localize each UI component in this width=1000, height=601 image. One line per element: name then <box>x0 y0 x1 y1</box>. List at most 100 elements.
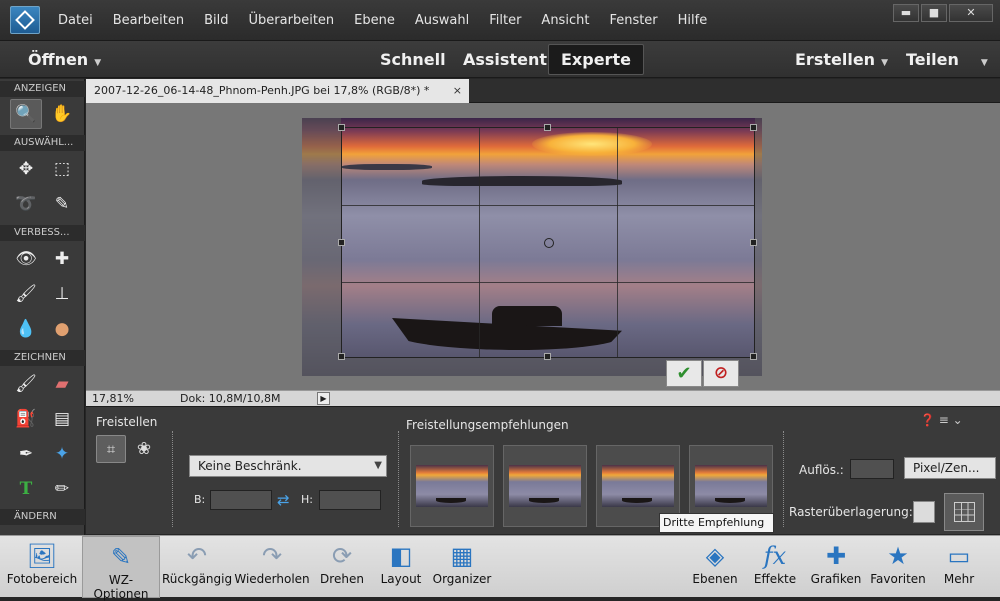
menu-enhance[interactable]: Überarbeiten <box>239 13 345 28</box>
grid-overlay-none-button[interactable] <box>913 501 935 523</box>
crop-handle-top-right[interactable] <box>750 124 757 131</box>
resolution-unit-select[interactable]: Pixel/Zen... <box>904 457 996 479</box>
pencil-tool-icon[interactable]: ✏ <box>46 474 78 504</box>
document-tab[interactable]: 2007-12-26_06-14-48_Phnom-Penh.JPG bei 1… <box>86 79 469 103</box>
crop-handle-bottom-left[interactable] <box>338 353 345 360</box>
zoom-tool-icon[interactable]: 🔍 <box>10 99 42 129</box>
menu-view[interactable]: Ansicht <box>531 13 599 28</box>
menu-edit[interactable]: Bearbeiten <box>103 13 194 28</box>
brush-tool-icon[interactable]: 🖌 <box>10 369 42 399</box>
app-logo-icon[interactable] <box>10 6 40 34</box>
paint-bucket-tool-icon[interactable]: ⛽ <box>10 404 42 434</box>
hand-tool-icon[interactable]: ✋ <box>46 99 78 129</box>
menu-window[interactable]: Fenster <box>599 13 667 28</box>
tool-options-button[interactable]: ✎ WZ-Optionen <box>82 536 160 601</box>
mode-bar: Öffnen ▼ Schnell Assistent Experte Erstel… <box>0 40 1000 78</box>
undo-button[interactable]: ↶ Rückgängig <box>162 536 232 598</box>
crop-shield-left <box>302 118 341 376</box>
marquee-tool-icon[interactable]: ⬚ <box>46 154 78 184</box>
graphics-button[interactable]: ✚ Grafiken <box>808 536 864 598</box>
crop-suggestion-2[interactable] <box>503 445 587 527</box>
layout-button[interactable]: ◧ Layout <box>376 536 426 598</box>
undo-label: Rückgängig <box>162 572 233 586</box>
clone-stamp-tool-icon[interactable]: ⊥ <box>46 279 78 309</box>
close-tab-icon[interactable]: × <box>453 79 462 103</box>
red-eye-tool-icon[interactable]: 👁 <box>10 244 42 274</box>
menu-filter[interactable]: Filter <box>479 13 531 28</box>
document-tab-title: 2007-12-26_06-14-48_Phnom-Penh.JPG bei 1… <box>94 84 430 97</box>
effects-button[interactable]: fx Effekte <box>750 536 800 598</box>
rotate-button[interactable]: ⟳ Drehen <box>314 536 370 598</box>
eyedropper-tool-icon[interactable]: ✒ <box>10 439 42 469</box>
tooltip: Dritte Empfehlung <box>659 513 774 533</box>
maximize-button[interactable]: ■ <box>921 4 947 22</box>
width-input[interactable] <box>210 490 272 510</box>
chevron-down-icon: ▼ <box>374 460 382 471</box>
menu-layer[interactable]: Ebene <box>344 13 405 28</box>
organizer-button[interactable]: ▦ Organizer <box>432 536 492 598</box>
lasso-tool-icon[interactable]: ➰ <box>10 189 42 219</box>
grid-icon <box>954 502 975 522</box>
create-button[interactable]: Erstellen ▼ <box>795 41 888 79</box>
width-label: B: <box>194 493 206 506</box>
crop-handle-bottom-right[interactable] <box>750 353 757 360</box>
more-button[interactable]: ▭ Mehr <box>936 536 982 598</box>
type-tool-icon[interactable]: T <box>10 474 42 504</box>
cancel-crop-button[interactable]: ⊘ <box>703 360 739 387</box>
mode-expert-button[interactable]: Experte <box>548 44 644 75</box>
redo-button[interactable]: ↷ Wiederholen <box>234 536 310 598</box>
crop-handle-bottom[interactable] <box>544 353 551 360</box>
menu-select[interactable]: Auswahl <box>405 13 479 28</box>
status-bar: 17,81% Dok: 10,8M/10,8M ▶ <box>86 390 1000 406</box>
mode-quick-button[interactable]: Schnell <box>380 41 446 79</box>
crop-preset-select[interactable]: Keine Beschränk. ▼ <box>189 455 387 477</box>
eraser-tool-icon[interactable]: ▰ <box>46 369 78 399</box>
help-and-panel-menu-icon[interactable]: ❓ ≡ ⌄ <box>920 413 963 427</box>
move-tool-icon[interactable]: ✥ <box>10 154 42 184</box>
share-button[interactable]: Teilen ▼ <box>906 41 988 79</box>
crop-handle-top[interactable] <box>544 124 551 131</box>
crop-grid-line <box>342 282 754 283</box>
healing-brush-tool-icon[interactable]: ✚ <box>46 244 78 274</box>
layers-button[interactable]: ◈ Ebenen <box>690 536 740 598</box>
cookie-cutter-tool-icon[interactable]: ❀ <box>130 435 158 463</box>
height-input[interactable] <box>319 490 381 510</box>
layout-label: Layout <box>380 572 422 586</box>
zoom-level[interactable]: 17,81% <box>92 391 134 407</box>
gradient-tool-icon[interactable]: ▤ <box>46 404 78 434</box>
crop-handle-left[interactable] <box>338 239 345 246</box>
grid-overlay-thirds-button[interactable] <box>944 493 984 531</box>
blur-tool-icon[interactable]: 💧 <box>10 314 42 344</box>
mode-guided-button[interactable]: Assistent <box>463 41 547 79</box>
close-window-button[interactable]: ✕ <box>949 4 993 22</box>
menu-help[interactable]: Hilfe <box>668 13 718 28</box>
crop-tool-option-icon[interactable]: ⌗ <box>96 435 126 463</box>
photo-bin-button[interactable]: 🖼 Fotobereich <box>4 536 80 598</box>
custom-shape-tool-icon[interactable]: ✦ <box>46 439 78 469</box>
quick-selection-tool-icon[interactable]: ✎ <box>46 189 78 219</box>
crop-suggestions-label: Freistellungsempfehlungen <box>406 418 569 432</box>
menu-file[interactable]: Datei <box>48 13 103 28</box>
rotate-label: Drehen <box>320 572 364 586</box>
smart-brush-tool-icon[interactable]: 🖌 <box>10 279 42 309</box>
crop-box[interactable] <box>338 124 757 360</box>
crop-handle-top-left[interactable] <box>338 124 345 131</box>
canvas-area[interactable]: ✔ ⊘ <box>86 103 1000 390</box>
open-button[interactable]: Öffnen ▼ <box>28 41 101 79</box>
section-enhance-label: VERBESS... <box>0 225 85 241</box>
favorites-button[interactable]: ★ Favoriten <box>868 536 928 598</box>
minimize-button[interactable]: ▬ <box>893 4 919 22</box>
resolution-input[interactable] <box>850 459 894 479</box>
undo-icon: ↶ <box>186 542 208 570</box>
crop-handle-right[interactable] <box>750 239 757 246</box>
crop-center-icon[interactable] <box>544 238 554 248</box>
swap-dimensions-icon[interactable]: ⇄ <box>277 491 290 509</box>
section-view-label: ANZEIGEN <box>0 81 85 97</box>
crop-suggestion-1[interactable] <box>410 445 494 527</box>
effects-label: Effekte <box>753 572 797 586</box>
commit-crop-button[interactable]: ✔ <box>666 360 702 387</box>
more-icon: ▭ <box>947 542 971 570</box>
menu-image[interactable]: Bild <box>194 13 238 28</box>
status-menu-arrow-icon[interactable]: ▶ <box>317 392 330 405</box>
sponge-tool-icon[interactable]: ● <box>46 314 78 344</box>
